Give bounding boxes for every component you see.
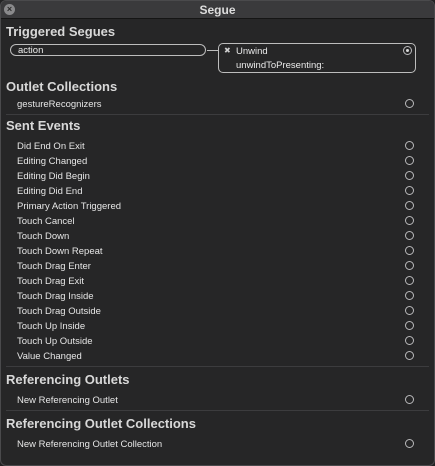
event-label: Touch Down Repeat [17, 246, 103, 257]
outlet-label: gestureRecognizers [17, 99, 102, 110]
connection-circle-icon[interactable] [405, 171, 414, 180]
action-segue-pill[interactable]: action [10, 44, 206, 56]
connection-circle-icon[interactable] [405, 276, 414, 285]
event-label: Touch Up Outside [17, 336, 93, 347]
list-item-event[interactable]: Value Changed [1, 349, 434, 364]
connections-content: Triggered Segues action ✖ Unwind unwindT… [1, 22, 434, 452]
event-label: Editing Changed [17, 156, 88, 167]
list-item-event[interactable]: Touch Up Outside [1, 334, 434, 349]
connection-circle-icon[interactable] [405, 201, 414, 210]
section-divider [6, 410, 429, 411]
referencing-outlets-header: Referencing Outlets [6, 372, 130, 387]
event-label: Touch Drag Outside [17, 306, 101, 317]
event-label: Touch Drag Enter [17, 261, 91, 272]
connection-circle-icon[interactable] [405, 351, 414, 360]
connection-circle-icon[interactable] [405, 141, 414, 150]
triggered-segues-header: Triggered Segues [6, 24, 116, 39]
segue-inspector-window: × Segue Triggered Segues action ✖ Unwind… [0, 0, 435, 466]
event-label: Touch Down [17, 231, 70, 242]
event-label: Did End On Exit [17, 141, 85, 152]
event-label: Primary Action Triggered [17, 201, 122, 212]
window-title: Segue [199, 2, 236, 17]
outlet-label: New Referencing Outlet [17, 395, 118, 406]
list-item-event[interactable]: Touch Drag Inside [1, 289, 434, 304]
event-label: Touch Up Inside [17, 321, 86, 332]
outlet-label: New Referencing Outlet Collection [17, 439, 163, 450]
list-item-event[interactable]: Touch Down [1, 229, 434, 244]
list-item-event[interactable]: Editing Did Begin [1, 169, 434, 184]
connection-circle-icon[interactable] [405, 156, 414, 165]
event-label: Touch Cancel [17, 216, 75, 227]
list-item-event[interactable]: Editing Changed [1, 154, 434, 169]
list-item-event[interactable]: Primary Action Triggered [1, 199, 434, 214]
event-label: Value Changed [17, 351, 82, 362]
list-item-event[interactable]: Touch Drag Outside [1, 304, 434, 319]
connection-circle-icon[interactable] [405, 306, 414, 315]
connection-circle-icon[interactable] [405, 99, 414, 108]
connection-circle-icon[interactable] [405, 246, 414, 255]
event-label: Editing Did Begin [17, 171, 90, 182]
section-divider [6, 366, 429, 367]
sent-events-header: Sent Events [6, 118, 81, 133]
connection-circle-icon[interactable] [405, 395, 414, 404]
title-bar: × Segue [1, 1, 434, 19]
event-label: Editing Did End [17, 186, 83, 197]
triggered-segue-connection: action ✖ Unwind unwindToPresenting: [1, 42, 434, 77]
connection-circle-icon[interactable] [405, 336, 414, 345]
list-item-event[interactable]: Touch Cancel [1, 214, 434, 229]
connection-circle-icon[interactable] [405, 439, 414, 448]
outlet-collections-header: Outlet Collections [6, 79, 118, 94]
connection-circle-icon[interactable] [405, 261, 414, 270]
connection-circle-icon[interactable] [405, 216, 414, 225]
list-item-event[interactable]: Touch Up Inside [1, 319, 434, 334]
list-item-event[interactable]: Touch Drag Enter [1, 259, 434, 274]
connection-circle-icon[interactable] [405, 291, 414, 300]
list-item-event[interactable]: Did End On Exit [1, 139, 434, 154]
connection-circle-icon[interactable] [405, 321, 414, 330]
event-label: Touch Drag Inside [17, 291, 94, 302]
unwind-title: Unwind [236, 46, 268, 57]
list-item-event[interactable]: Touch Down Repeat [1, 244, 434, 259]
list-item-new-referencing-outlet-collection[interactable]: New Referencing Outlet Collection [1, 437, 434, 452]
list-item-new-referencing-outlet[interactable]: New Referencing Outlet [1, 393, 434, 408]
list-item-event[interactable]: Touch Drag Exit [1, 274, 434, 289]
connected-circle-icon[interactable] [403, 46, 412, 55]
close-icon[interactable]: × [4, 4, 15, 15]
list-item-gesture-recognizers[interactable]: gestureRecognizers [1, 97, 434, 112]
section-divider [6, 114, 429, 115]
unwind-selector: unwindToPresenting: [236, 60, 325, 71]
remove-connection-icon[interactable]: ✖ [224, 46, 231, 55]
unwind-connection-box[interactable]: ✖ Unwind unwindToPresenting: [218, 43, 416, 73]
segue-connector-line [207, 50, 218, 51]
connection-circle-icon[interactable] [405, 231, 414, 240]
connection-circle-icon[interactable] [405, 186, 414, 195]
referencing-outlet-collections-header: Referencing Outlet Collections [6, 416, 196, 431]
list-item-event[interactable]: Editing Did End [1, 184, 434, 199]
event-label: Touch Drag Exit [17, 276, 85, 287]
